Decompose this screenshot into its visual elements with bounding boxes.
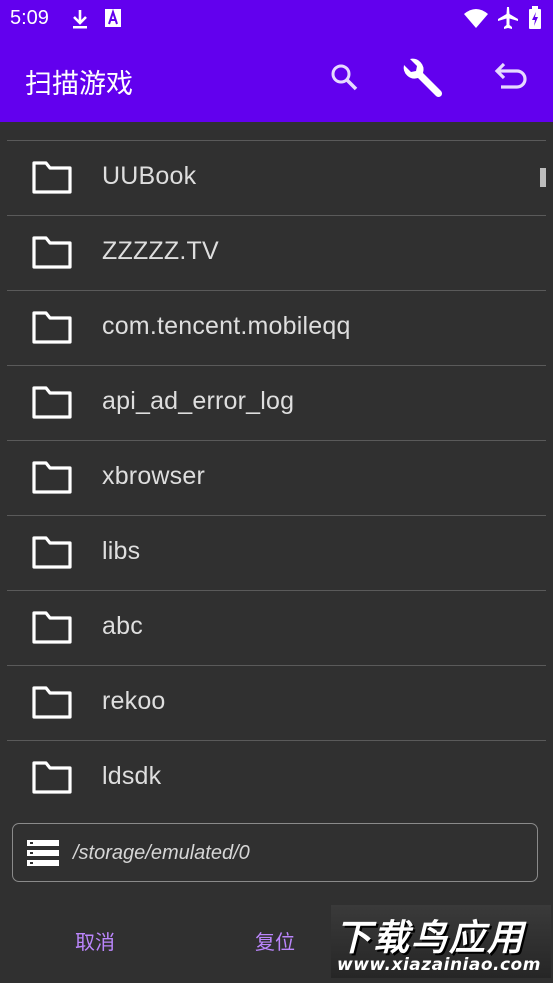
- folder-name: abc: [102, 612, 143, 640]
- folder-name: xbrowser: [102, 462, 206, 490]
- a-badge-icon: [104, 8, 122, 32]
- watermark: 下载鸟应用 www.xiazainiao.com: [331, 905, 551, 978]
- folder-row[interactable]: libs: [7, 516, 546, 591]
- wifi-icon: [463, 7, 489, 33]
- download-icon: [70, 8, 90, 34]
- folder-row[interactable]: com.tencent.mobileqq: [7, 291, 546, 366]
- watermark-url: www.xiazainiao.com: [337, 955, 541, 975]
- folder-name: ZZZZZ.TV: [102, 237, 219, 265]
- undo-icon: [493, 62, 527, 96]
- folder-list[interactable]: UUBook ZZZZZ.TV com.tencent.mobileqq api_ad…: [0, 122, 553, 812]
- page-title: 扫描游戏: [25, 69, 133, 100]
- search-button[interactable]: [320, 55, 368, 103]
- current-path: /storage/emulated/0: [73, 842, 250, 864]
- tools-button[interactable]: [398, 55, 446, 103]
- folder-name: api_ad_error_log: [102, 387, 295, 415]
- folder-icon: [31, 459, 73, 499]
- undo-button[interactable]: [486, 55, 534, 103]
- folder-name: rekoo: [102, 687, 166, 715]
- folder-row[interactable]: rekoo: [7, 666, 546, 741]
- folder-row[interactable]: ldsdk: [7, 741, 546, 812]
- folder-icon: [31, 759, 73, 799]
- folder-row[interactable]: xbrowser: [7, 441, 546, 516]
- folder-icon: [31, 684, 73, 724]
- folder-icon: [31, 234, 73, 274]
- folder-icon: [31, 534, 73, 574]
- cancel-button[interactable]: 取消: [75, 926, 115, 955]
- wrench-icon: [398, 53, 446, 105]
- folder-name: UUBook: [102, 162, 197, 190]
- reset-button[interactable]: 复位: [255, 926, 295, 955]
- folder-name: com.tencent.mobileqq: [102, 312, 351, 340]
- scrollbar[interactable]: [540, 168, 546, 187]
- status-time: 5:09: [10, 7, 49, 29]
- path-bar[interactable]: /storage/emulated/0: [12, 823, 538, 882]
- battery-icon: [528, 6, 542, 34]
- folder-icon: [31, 159, 73, 199]
- storage-icon: [27, 840, 59, 870]
- search-icon: [330, 63, 358, 95]
- watermark-title: 下载鸟应用: [335, 918, 526, 959]
- airplane-icon: [497, 6, 519, 34]
- status-bar: 5:09: [0, 0, 553, 37]
- folder-icon: [31, 309, 73, 349]
- folder-row[interactable]: abc: [7, 591, 546, 666]
- folder-icon: [31, 609, 73, 649]
- folder-name: libs: [102, 537, 141, 565]
- folder-row[interactable]: ZZZZZ.TV: [7, 216, 546, 291]
- folder-row[interactable]: UUBook: [7, 141, 546, 216]
- app-bar: 扫描游戏: [0, 37, 553, 122]
- folder-row[interactable]: api_ad_error_log: [7, 366, 546, 441]
- folder-name: ldsdk: [102, 762, 162, 790]
- folder-icon: [31, 384, 73, 424]
